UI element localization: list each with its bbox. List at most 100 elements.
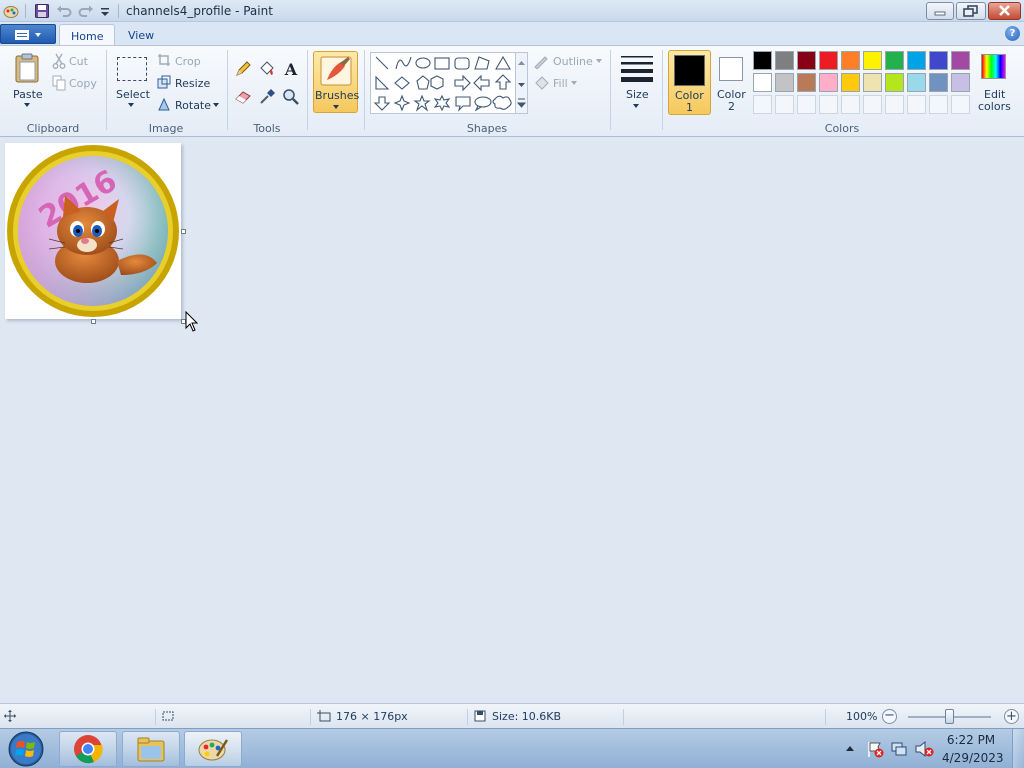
palette-custom-slot[interactable] — [841, 95, 860, 114]
palette-swatch[interactable] — [951, 73, 970, 92]
brushes-button[interactable]: Brushes — [313, 51, 360, 113]
palette-swatch[interactable] — [841, 51, 860, 70]
start-button[interactable] — [4, 729, 48, 768]
restore-button[interactable] — [956, 2, 986, 20]
help-icon[interactable]: ? — [1005, 26, 1020, 41]
customize-qat-icon[interactable] — [99, 3, 115, 19]
palette-custom-slot[interactable] — [797, 95, 816, 114]
taskbar-paint[interactable] — [184, 731, 242, 767]
paint-app-icon[interactable] — [3, 3, 19, 19]
outline-button[interactable]: Outline — [533, 53, 603, 69]
palette-swatch[interactable] — [951, 51, 970, 70]
palette-swatch[interactable] — [775, 73, 794, 92]
palette-swatch[interactable] — [929, 51, 948, 70]
show-desktop-button[interactable] — [1012, 729, 1024, 768]
disk-icon — [474, 710, 486, 722]
clock-time[interactable]: 6:22 PM — [944, 733, 998, 747]
color1-number: 1 — [686, 101, 693, 114]
fill-bucket-icon[interactable] — [257, 59, 277, 79]
palette-swatch[interactable] — [819, 51, 838, 70]
pencil-icon[interactable] — [233, 59, 253, 79]
close-button[interactable] — [988, 2, 1021, 20]
mouse-cursor-icon — [185, 311, 199, 332]
color1-button[interactable]: Color 1 — [668, 50, 711, 115]
palette-swatch[interactable] — [841, 73, 860, 92]
undo-icon[interactable] — [56, 3, 72, 19]
volume-muted-icon[interactable] — [914, 740, 934, 758]
taskbar-explorer[interactable] — [122, 731, 180, 767]
rotate-button[interactable]: Rotate — [157, 97, 223, 113]
action-center-flag-icon[interactable] — [866, 740, 884, 758]
show-hidden-icons[interactable] — [845, 744, 855, 752]
size-button[interactable]: Size — [616, 51, 656, 113]
palette-custom-slot[interactable] — [951, 95, 970, 114]
resize-handle-right[interactable] — [181, 229, 186, 234]
palette-swatch[interactable] — [907, 73, 926, 92]
palette-swatch[interactable] — [753, 51, 772, 70]
ribbon-separator — [227, 50, 228, 130]
palette-custom-slot[interactable] — [819, 95, 838, 114]
clock-date[interactable]: 4/29/2023 — [942, 751, 1004, 765]
paste-button[interactable]: Paste — [8, 50, 46, 112]
zoom-slider-thumb[interactable] — [945, 709, 954, 724]
palette-custom-slot[interactable] — [753, 95, 772, 114]
shapes-scroll[interactable] — [515, 52, 528, 114]
palette-custom-slot[interactable] — [929, 95, 948, 114]
clipboard-group-label: Clipboard — [26, 122, 80, 135]
fill-button[interactable]: Fill — [533, 75, 583, 91]
palette-swatch[interactable] — [863, 51, 882, 70]
fill-label: Fill — [553, 77, 568, 90]
paint-menu-button[interactable] — [0, 24, 56, 44]
palette-custom-slot[interactable] — [885, 95, 904, 114]
text-tool-icon[interactable]: A — [281, 59, 301, 79]
color2-swatch — [719, 57, 743, 81]
palette-custom-slot[interactable] — [907, 95, 926, 114]
crop-button[interactable]: Crop — [157, 53, 217, 69]
resize-icon — [157, 75, 171, 89]
drawing-canvas[interactable]: 2016 — [5, 143, 181, 319]
save-icon[interactable] — [34, 3, 50, 19]
palette-swatch[interactable] — [907, 51, 926, 70]
color-picker-icon[interactable] — [257, 87, 277, 107]
palette-custom-slot[interactable] — [863, 95, 882, 114]
rotate-label: Rotate — [175, 99, 212, 112]
color2-button[interactable]: Color 2 — [713, 50, 751, 115]
resize-label: Resize — [175, 77, 211, 90]
palette-swatch[interactable] — [863, 73, 882, 92]
rotate-icon — [158, 97, 170, 111]
palette-swatch[interactable] — [885, 51, 904, 70]
cursor-position-icon — [4, 710, 16, 722]
taskbar-chrome[interactable] — [59, 731, 117, 767]
magnifier-icon[interactable] — [281, 87, 301, 107]
palette-custom-slot[interactable] — [775, 95, 794, 114]
network-icon[interactable] — [890, 740, 908, 758]
select-button[interactable]: Select — [113, 54, 151, 112]
fill-icon — [535, 76, 549, 90]
title-bar: channels4_profile - Paint — [0, 0, 1024, 22]
palette-swatch[interactable] — [819, 73, 838, 92]
crop-label: Crop — [175, 55, 201, 68]
chevron-down-icon — [571, 81, 577, 85]
redo-icon[interactable] — [78, 3, 94, 19]
palette-swatch[interactable] — [929, 73, 948, 92]
palette-swatch[interactable] — [885, 73, 904, 92]
select-label: Select — [116, 88, 150, 101]
palette-swatch[interactable] — [797, 51, 816, 70]
tab-view[interactable]: View — [117, 24, 165, 46]
zoom-in-button[interactable]: + — [1004, 709, 1019, 724]
minimize-button[interactable] — [926, 2, 954, 20]
windows-logo-icon — [8, 731, 44, 767]
palette-swatch[interactable] — [753, 73, 772, 92]
zoom-out-button[interactable]: − — [882, 709, 897, 724]
palette-swatch[interactable] — [797, 73, 816, 92]
cut-button[interactable]: Cut — [52, 53, 100, 69]
resize-button[interactable]: Resize — [157, 75, 217, 91]
resize-handle-bottom[interactable] — [91, 319, 96, 324]
eraser-icon[interactable] — [233, 87, 253, 107]
palette-swatch[interactable] — [775, 51, 794, 70]
tab-home[interactable]: Home — [59, 24, 116, 46]
copy-button[interactable]: Copy — [52, 75, 100, 91]
edit-colors-button[interactable]: Edit colors — [975, 50, 1011, 116]
shapes-gallery[interactable] — [370, 52, 528, 114]
brushes-label: Brushes — [315, 89, 360, 102]
